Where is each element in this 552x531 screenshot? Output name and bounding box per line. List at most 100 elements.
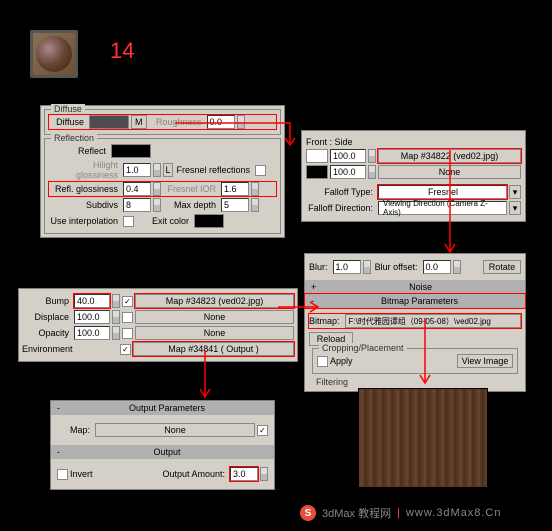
useinterp-checkbox[interactable] (123, 216, 134, 227)
subdivs-label: Subdivs (49, 200, 121, 210)
front-side-label: Front : Side (306, 137, 356, 147)
noise-header[interactable]: Noise (322, 282, 519, 292)
spin-icon[interactable] (112, 294, 120, 308)
bitmap-path-button[interactable]: F:\时代雅园谭组（09-05-08）\ved02.jpg (345, 314, 521, 328)
bump-map-button[interactable]: Map #34823 (ved02.jpg) (135, 294, 294, 308)
spin-icon[interactable] (237, 115, 245, 129)
hilight-label: Hilight glossiness (49, 160, 121, 180)
roughness-label: Roughness (149, 117, 205, 127)
output-header[interactable]: Output (66, 447, 268, 457)
displace-label: Displace (22, 312, 72, 322)
opacity-value[interactable]: 100.0 (74, 326, 110, 340)
spin-icon[interactable] (112, 326, 120, 340)
blur-label: Blur: (309, 262, 331, 272)
fresnel-ior-value[interactable]: 1.6 (221, 182, 249, 196)
dropdown-icon[interactable]: ▾ (509, 201, 521, 215)
spin-icon[interactable] (251, 182, 259, 196)
lock-button[interactable]: L (163, 163, 173, 177)
spin-icon[interactable] (112, 310, 120, 324)
reflect-label: Reflect (49, 146, 109, 156)
exit-label: Exit color (136, 216, 192, 226)
bump-value[interactable]: 40.0 (74, 294, 110, 308)
displace-value[interactable]: 100.0 (74, 310, 110, 324)
exit-swatch[interactable] (194, 214, 224, 228)
invert-checkbox[interactable] (57, 469, 68, 480)
falloff-type-label: Falloff Type: (306, 187, 376, 197)
bump-label: Bump (22, 296, 72, 306)
apply-label: Apply (330, 356, 356, 366)
falloff-dir-label: Falloff Direction: (306, 203, 376, 213)
watermark: S 3dMax 教程网 | www.3dMax8.Cn (300, 505, 501, 521)
spin-icon[interactable] (363, 260, 371, 274)
env-checkbox[interactable]: ✓ (120, 344, 131, 355)
front-value[interactable]: 100.0 (330, 149, 366, 163)
bitmap-label: Bitmap: (309, 316, 343, 326)
output-panel: -Output Parameters Map: None ✓ -Output I… (50, 400, 275, 490)
maxdepth-label: Max depth (163, 200, 219, 210)
bitmap-panel: Blur: 1.0 Blur offset: 0.0 Rotate +Noise… (304, 253, 526, 392)
crop-title: Cropping/Placement (319, 343, 407, 353)
blur-offset-value[interactable]: 0.0 (423, 260, 451, 274)
output-map-label: Map: (57, 425, 93, 435)
front-map-button[interactable]: Map #34822 (ved02.jpg) (378, 149, 521, 163)
output-amount-value[interactable]: 3.0 (230, 467, 258, 481)
blur-value[interactable]: 1.0 (333, 260, 361, 274)
env-map-button[interactable]: Map #34841 ( Output ) (133, 342, 294, 356)
displace-checkbox[interactable] (122, 312, 133, 323)
side-value[interactable]: 100.0 (330, 165, 366, 179)
opacity-checkbox[interactable] (122, 328, 133, 339)
refl-gloss-label: Refl. glossiness (49, 184, 121, 194)
front-swatch[interactable] (306, 149, 328, 163)
side-map-button[interactable]: None (378, 165, 521, 179)
blur-offset-label: Blur offset: (373, 262, 421, 272)
diffuse-map-button[interactable]: M (131, 115, 147, 129)
view-image-button[interactable]: View Image (457, 354, 513, 368)
spin-icon[interactable] (153, 182, 161, 196)
fresnel-ior-label: Fresnel IOR (163, 184, 219, 194)
diffuse-row: Diffuse M Roughness 0.0 (49, 115, 276, 129)
bitmap-params-header[interactable]: Bitmap Parameters (320, 296, 519, 306)
output-params-header[interactable]: Output Parameters (66, 403, 268, 413)
fresnel-checkbox[interactable] (255, 165, 266, 176)
spin-icon[interactable] (153, 163, 161, 177)
displace-map-button[interactable]: None (135, 310, 294, 324)
env-label: Environment (22, 344, 72, 354)
watermark-site: 3dMax 教程网 (322, 505, 391, 521)
spin-icon[interactable] (251, 198, 259, 212)
diffuse-swatch[interactable] (89, 115, 129, 129)
watermark-logo: S (300, 505, 316, 521)
spin-icon[interactable] (368, 165, 376, 179)
opacity-map-button[interactable]: None (135, 326, 294, 340)
maps-panel: Bump 40.0 ✓ Map #34823 (ved02.jpg) Displ… (18, 288, 298, 362)
falloff-dir-select[interactable]: Viewing Direction (Camera Z-Axis) (378, 201, 507, 215)
diffuse-label: Diffuse (49, 117, 87, 127)
falloff-panel: Front : Side 100.0 Map #34822 (ved02.jpg… (301, 130, 526, 222)
refl-gloss-value[interactable]: 0.4 (123, 182, 151, 196)
hilight-value[interactable]: 1.0 (123, 163, 151, 177)
vray-material-panel: Diffuse Diffuse M Roughness 0.0 Reflecti… (40, 105, 285, 238)
rotate-button[interactable]: Rotate (483, 260, 521, 274)
output-map-checkbox[interactable]: ✓ (257, 425, 268, 436)
fresnel-refl-label: Fresnel reflections (175, 165, 253, 175)
reflect-swatch[interactable] (111, 144, 151, 158)
output-amount-label: Output Amount: (162, 469, 228, 479)
output-map-button[interactable]: None (95, 423, 255, 437)
useinterp-label: Use interpolation (49, 216, 121, 226)
maxdepth-value[interactable]: 5 (221, 198, 249, 212)
spin-icon[interactable] (153, 198, 161, 212)
side-swatch[interactable] (306, 165, 328, 179)
bump-checkbox[interactable]: ✓ (122, 296, 133, 307)
spin-icon[interactable] (260, 467, 268, 481)
reflection-title: Reflection (51, 133, 97, 143)
dropdown-icon[interactable]: ▾ (509, 185, 521, 199)
falloff-type-select[interactable]: Fresnel (378, 185, 507, 199)
diffuse-title: Diffuse (51, 104, 85, 114)
roughness-value[interactable]: 0.0 (207, 115, 235, 129)
spin-icon[interactable] (453, 260, 461, 274)
spin-icon[interactable] (368, 149, 376, 163)
apply-checkbox[interactable] (317, 356, 328, 367)
wood-preview (358, 388, 488, 488)
step-number: 14 (110, 38, 134, 64)
watermark-url: www.3dMax8.Cn (406, 507, 502, 519)
subdivs-value[interactable]: 8 (123, 198, 151, 212)
